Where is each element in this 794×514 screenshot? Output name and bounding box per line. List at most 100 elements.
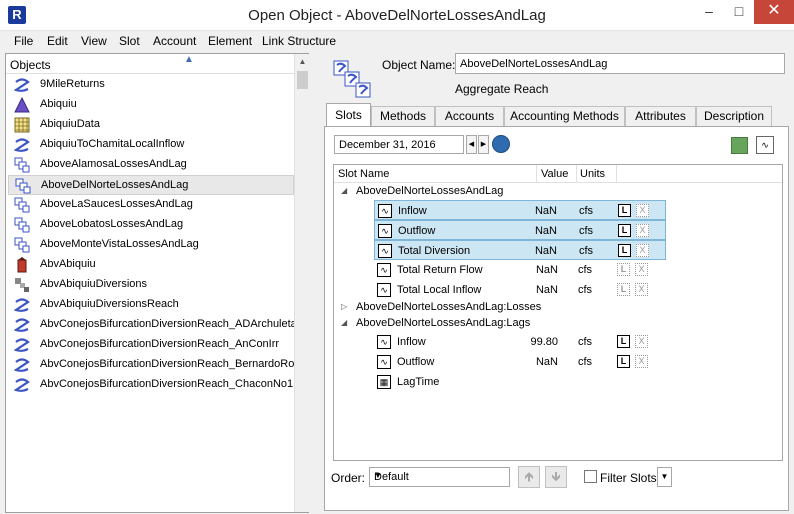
x-flag-icon[interactable]: X (636, 204, 649, 217)
x-flag-icon[interactable]: X (635, 263, 648, 276)
col-units[interactable]: Units (580, 168, 605, 180)
reach-icon (13, 297, 30, 313)
slot-group-row[interactable]: ▷ AboveDelNorteLossesAndLag:Losses (334, 300, 782, 315)
next-date-icon[interactable]: ▶ (478, 135, 489, 154)
objects-header-label: Objects (10, 58, 51, 72)
x-flag-icon[interactable]: X (635, 283, 648, 296)
object-list-item-label: AbvConejosBifurcationDiversionReach_Bern… (40, 358, 294, 370)
date-field[interactable]: December 31, 2016 (334, 135, 464, 154)
lock-flag-icon[interactable]: L (617, 355, 630, 368)
objects-scrollbar[interactable]: ▲ (294, 54, 309, 512)
object-list-item[interactable]: AbvConejosBifurcationDiversionReach_AnCo… (8, 335, 294, 355)
lock-flag-icon[interactable]: L (617, 335, 630, 348)
slot-row[interactable]: ∿ Total Return Flow NaN cfs L X (374, 260, 666, 280)
slots-tab-panel: December 31, 2016 ◀ ▶ ∿ Slot Name Value … (324, 126, 789, 511)
object-name-field[interactable]: AboveDelNorteLossesAndLag (455, 53, 785, 74)
object-list-item[interactable]: Abiquiu (8, 95, 294, 115)
col-value[interactable]: Value (541, 168, 568, 180)
order-label: Order: (331, 471, 366, 485)
menu-slot[interactable]: Slot (119, 34, 140, 48)
object-list-item-label: AbvConejosBifurcationDiversionReach_AnCo… (40, 338, 280, 350)
aggregate-reach-large-icon (333, 60, 371, 98)
reach-icon (13, 357, 30, 373)
lock-flag-icon[interactable]: L (617, 263, 630, 276)
menu-edit[interactable]: Edit (47, 34, 68, 48)
plot-icon[interactable]: ∿ (756, 136, 774, 154)
object-list-item[interactable]: AboveLobatosLossesAndLag (8, 215, 294, 235)
slot-group-row[interactable]: ◢ AboveDelNorteLossesAndLag:Lags (334, 316, 782, 331)
objects-panel: Objects ▲ 9MileReturns Abiquiu AbiquiuData… (5, 53, 309, 513)
maximize-button[interactable]: □ (724, 0, 754, 24)
pane-splitter[interactable] (310, 53, 314, 513)
x-flag-icon[interactable]: X (635, 355, 648, 368)
object-list-item[interactable]: AboveMonteVistaLossesAndLag (8, 235, 294, 255)
object-list-item[interactable]: AboveDelNorteLossesAndLag (8, 175, 294, 195)
object-list-item[interactable]: 9MileReturns (8, 75, 294, 95)
status-color-icon[interactable] (731, 137, 748, 154)
slot-group-label: AboveDelNorteLossesAndLag:Lags (356, 317, 531, 329)
object-list-item[interactable]: AbvAbiquiuDiversions (8, 275, 294, 295)
collapsed-triangle-icon[interactable]: ▷ (341, 302, 347, 311)
filter-slots-checkbox[interactable] (584, 470, 597, 483)
scroll-up-arrow-icon[interactable]: ▲ (295, 54, 310, 70)
globe-icon[interactable] (492, 135, 510, 153)
object-list-item[interactable]: AbvConejosBifurcationDiversionReach_Chac… (8, 375, 294, 395)
menu-view[interactable]: View (81, 34, 107, 48)
scroll-thumb[interactable] (297, 71, 308, 89)
object-list-item[interactable]: AbiquiuData (8, 115, 294, 135)
object-list-item-label: AbvConejosBifurcationDiversionReach_Chac… (40, 378, 294, 390)
close-button[interactable]: ✕ (754, 0, 794, 24)
lock-flag-icon[interactable]: L (617, 283, 630, 296)
expanded-triangle-icon[interactable]: ◢ (341, 186, 347, 195)
menu-file[interactable]: File (14, 34, 33, 48)
previous-date-icon[interactable]: ◀ (466, 135, 477, 154)
slot-name: Total Diversion (398, 245, 471, 257)
menu-link-structure[interactable]: Link Structure (262, 34, 336, 48)
slot-value: NaN (534, 245, 557, 257)
filter-dropdown-icon[interactable]: ▼ (657, 467, 672, 487)
tab-description[interactable]: Description (696, 106, 772, 126)
col-slot-name[interactable]: Slot Name (338, 168, 389, 180)
object-list-item[interactable]: AboveAlamosaLossesAndLag (8, 155, 294, 175)
minimize-button[interactable]: – (694, 0, 724, 24)
slot-row[interactable]: ∿ Outflow NaN cfs L X (374, 220, 666, 240)
object-list-item[interactable]: AbiquiuToChamitaLocalInflow (8, 135, 294, 155)
x-flag-icon[interactable]: X (635, 335, 648, 348)
aggregate-reach-icon (14, 157, 30, 173)
object-list-item-label: AboveLaSaucesLossesAndLag (40, 198, 193, 210)
expanded-triangle-icon[interactable]: ◢ (341, 318, 347, 327)
lock-flag-icon[interactable]: L (618, 224, 631, 237)
slot-row[interactable]: ∿ Inflow NaN cfs L X (374, 200, 666, 220)
order-select[interactable]: Default ▼ (369, 467, 510, 487)
slot-row[interactable]: ∿ Total Local Inflow NaN cfs L X (374, 280, 666, 300)
object-list-item[interactable]: AbvAbiquiuDiversionsReach (8, 295, 294, 315)
menu-account[interactable]: Account (153, 34, 196, 48)
slot-group-label: AboveDelNorteLossesAndLag:Losses (356, 301, 542, 313)
move-up-button[interactable]: 🡹 (518, 466, 540, 488)
slot-row[interactable]: ▦ LagTime (374, 372, 666, 392)
tab-slots[interactable]: Slots (326, 103, 371, 127)
tab-methods[interactable]: Methods (371, 106, 435, 126)
object-list-item[interactable]: AbvAbiquiu (8, 255, 294, 275)
object-list-item[interactable]: AboveLaSaucesLossesAndLag (8, 195, 294, 215)
reach-icon (13, 377, 30, 393)
menu-element[interactable]: Element (208, 34, 252, 48)
objects-column-header[interactable]: Objects ▲ (6, 54, 298, 74)
lock-flag-icon[interactable]: L (618, 244, 631, 257)
x-flag-icon[interactable]: X (636, 224, 649, 237)
slot-row[interactable]: ∿ Outflow NaN cfs L X (374, 352, 666, 372)
object-list-item-label: AbvAbiquiu (40, 258, 96, 270)
slot-row[interactable]: ∿ Inflow 99.80 cfs L X (374, 332, 666, 352)
tab-accounting-methods[interactable]: Accounting Methods (504, 106, 625, 126)
lock-flag-icon[interactable]: L (618, 204, 631, 217)
aggregate-reach-icon (14, 217, 30, 233)
tab-attributes[interactable]: Attributes (625, 106, 696, 126)
slot-group-row[interactable]: ◢ AboveDelNorteLossesAndLag (334, 184, 782, 199)
object-list-item[interactable]: AbvConejosBifurcationDiversionReach_ADAr… (8, 315, 294, 335)
tab-accounts[interactable]: Accounts (435, 106, 504, 126)
x-flag-icon[interactable]: X (636, 244, 649, 257)
filter-slots-label: Filter Slots (600, 471, 657, 485)
slot-row[interactable]: ∿ Total Diversion NaN cfs L X (374, 240, 666, 260)
move-down-button[interactable]: 🡻 (545, 466, 567, 488)
object-list-item[interactable]: AbvConejosBifurcationDiversionReach_Bern… (8, 355, 294, 375)
